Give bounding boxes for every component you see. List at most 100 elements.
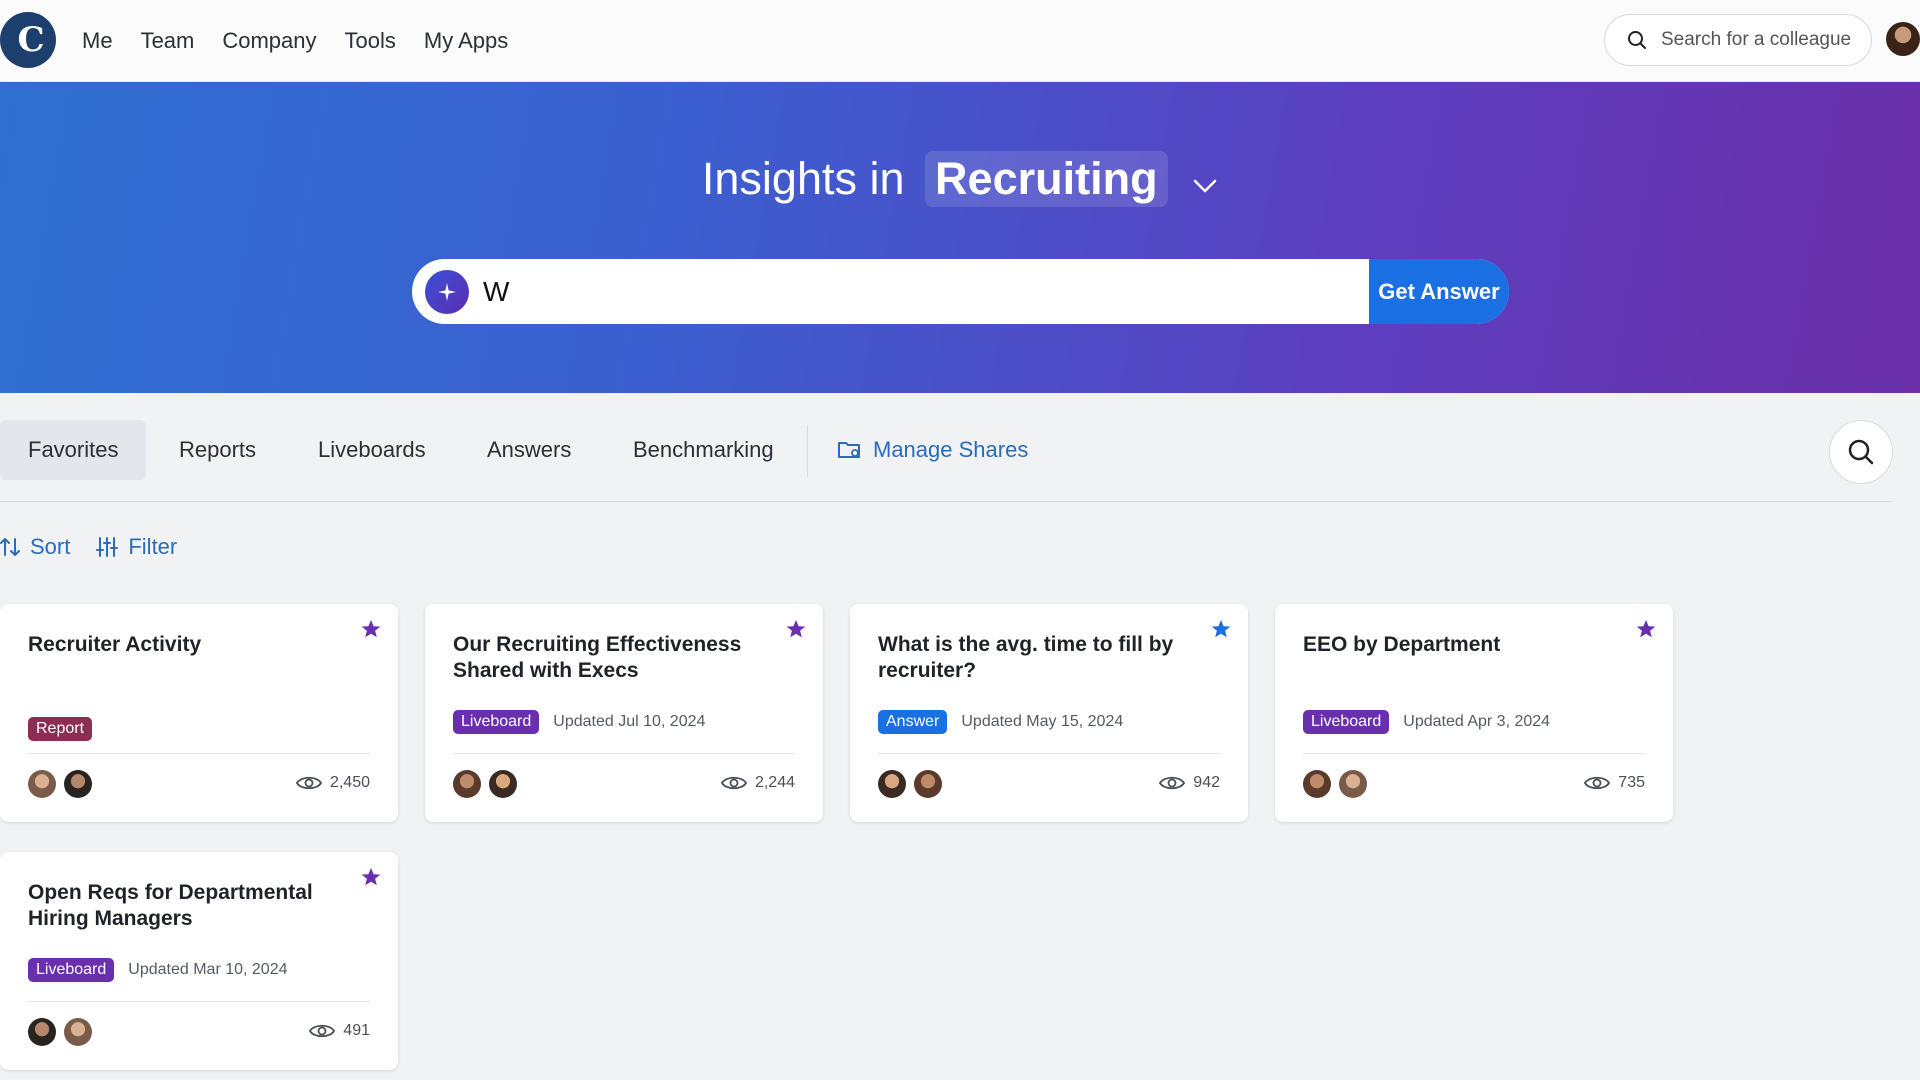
list-toolbar: Sort Filter: [0, 534, 177, 560]
favorite-card[interactable]: What is the avg. time to fill by recruit…: [850, 604, 1248, 822]
type-badge: Liveboard: [1303, 710, 1390, 734]
sort-icon: [0, 538, 20, 556]
user-avatar[interactable]: [1886, 22, 1920, 56]
main-nav: Me Team Company Tools My Apps: [82, 28, 508, 54]
star-icon[interactable]: [360, 618, 382, 640]
card-meta: Answer Updated May 15, 2024: [878, 710, 1123, 734]
favorite-card[interactable]: Recruiter Activity Report 2,450: [0, 604, 398, 822]
type-badge: Liveboard: [453, 710, 540, 734]
topic-selector[interactable]: Recruiting: [925, 151, 1168, 208]
card-title[interactable]: What is the avg. time to fill by recruit…: [878, 632, 1198, 684]
hero-title-prefix: Insights in: [701, 153, 905, 205]
card-title[interactable]: Our Recruiting Effectiveness Shared with…: [453, 632, 773, 684]
shared-avatars: [28, 1018, 92, 1046]
star-icon[interactable]: [1635, 618, 1657, 640]
star-icon[interactable]: [360, 866, 382, 888]
card-divider: [28, 1001, 370, 1002]
eye-icon: [720, 776, 747, 790]
view-count-value: 491: [343, 1022, 370, 1039]
hero-title: Insights in Recruiting: [0, 150, 1920, 208]
get-answer-button[interactable]: Get Answer: [1369, 259, 1509, 324]
favorite-card[interactable]: Open Reqs for Departmental Hiring Manage…: [0, 852, 398, 1070]
tab-answers[interactable]: Answers: [487, 420, 571, 480]
tab-liveboards[interactable]: Liveboards: [318, 420, 426, 480]
updated-date: Updated Mar 10, 2024: [128, 961, 288, 978]
nav-link-tools[interactable]: Tools: [345, 28, 396, 54]
card-title[interactable]: EEO by Department: [1303, 632, 1623, 658]
ask-bar: Get Answer: [412, 259, 1509, 324]
ai-sparkle-icon: [425, 269, 469, 314]
shared-avatars: [878, 770, 942, 798]
tab-divider: [807, 425, 808, 477]
insights-hero: Insights in Recruiting Get Answer: [0, 82, 1920, 393]
avatar: [1303, 770, 1331, 798]
sort-label: Sort: [30, 534, 71, 559]
tab-favorites[interactable]: Favorites: [0, 420, 147, 480]
chevron-down-icon[interactable]: [1192, 153, 1218, 205]
eye-icon: [1159, 776, 1186, 790]
view-count-value: 2,450: [329, 774, 370, 791]
colleague-search-input[interactable]: [1661, 29, 1861, 51]
search-icon: [1848, 439, 1874, 465]
favorite-card[interactable]: EEO by Department Liveboard Updated Apr …: [1275, 604, 1673, 822]
avatar: [64, 1018, 92, 1046]
updated-date: Updated Apr 3, 2024: [1403, 713, 1551, 730]
company-logo[interactable]: C: [0, 12, 56, 68]
shared-avatars: [453, 770, 517, 798]
library-search-button[interactable]: [1829, 420, 1893, 484]
view-count: 2,450: [295, 774, 370, 792]
avatar: [64, 770, 92, 798]
type-badge: Liveboard: [28, 958, 115, 982]
eye-icon: [295, 776, 322, 790]
shared-avatars: [28, 770, 92, 798]
avatar: [1339, 770, 1367, 798]
nav-link-team[interactable]: Team: [141, 28, 195, 54]
view-count-value: 942: [1193, 774, 1220, 791]
shared-folder-icon: [838, 442, 860, 458]
type-badge: Report: [28, 717, 93, 741]
avatar: [914, 770, 942, 798]
avatar: [489, 770, 517, 798]
card-meta: Liveboard Updated Jul 10, 2024: [453, 710, 705, 734]
card-divider: [28, 753, 370, 754]
filter-sliders-icon: [96, 537, 119, 557]
shared-avatars: [1303, 770, 1367, 798]
view-count: 491: [309, 1022, 370, 1040]
search-icon: [1628, 31, 1646, 49]
view-count-value: 735: [1618, 774, 1645, 791]
updated-date: Updated May 15, 2024: [961, 713, 1124, 730]
tab-benchmarking[interactable]: Benchmarking: [633, 420, 774, 480]
card-meta: Liveboard Updated Mar 10, 2024: [28, 958, 288, 982]
tab-reports[interactable]: Reports: [179, 420, 256, 480]
card-title[interactable]: Recruiter Activity: [28, 632, 348, 658]
card-divider: [453, 753, 795, 754]
view-count: 735: [1584, 774, 1645, 792]
updated-date: Updated Jul 10, 2024: [553, 713, 706, 730]
colleague-search[interactable]: [1604, 14, 1872, 66]
sort-button[interactable]: Sort: [0, 534, 70, 560]
avatar: [28, 770, 56, 798]
eye-icon: [309, 1024, 336, 1038]
star-icon[interactable]: [1210, 618, 1232, 640]
avatar: [878, 770, 906, 798]
card-divider: [1303, 753, 1645, 754]
avatar: [28, 1018, 56, 1046]
card-meta: Liveboard Updated Apr 3, 2024: [1303, 710, 1550, 734]
star-icon[interactable]: [785, 618, 807, 640]
nav-link-company[interactable]: Company: [222, 28, 316, 54]
nav-link-me[interactable]: Me: [82, 28, 113, 54]
card-title[interactable]: Open Reqs for Departmental Hiring Manage…: [28, 880, 348, 932]
favorite-card[interactable]: Our Recruiting Effectiveness Shared with…: [425, 604, 823, 822]
view-count-value: 2,244: [754, 774, 795, 791]
view-count: 2,244: [720, 774, 795, 792]
library-tabs: Favorites Reports Liveboards Answers Ben…: [0, 393, 1893, 502]
avatar: [453, 770, 481, 798]
manage-shares-link[interactable]: Manage Shares: [837, 420, 1028, 480]
eye-icon: [1584, 776, 1611, 790]
card-divider: [878, 753, 1220, 754]
ask-question-input[interactable]: [483, 259, 1369, 324]
nav-link-my-apps[interactable]: My Apps: [424, 28, 508, 54]
view-count: 942: [1159, 774, 1220, 792]
filter-button[interactable]: Filter: [96, 534, 177, 560]
filter-label: Filter: [128, 534, 178, 559]
